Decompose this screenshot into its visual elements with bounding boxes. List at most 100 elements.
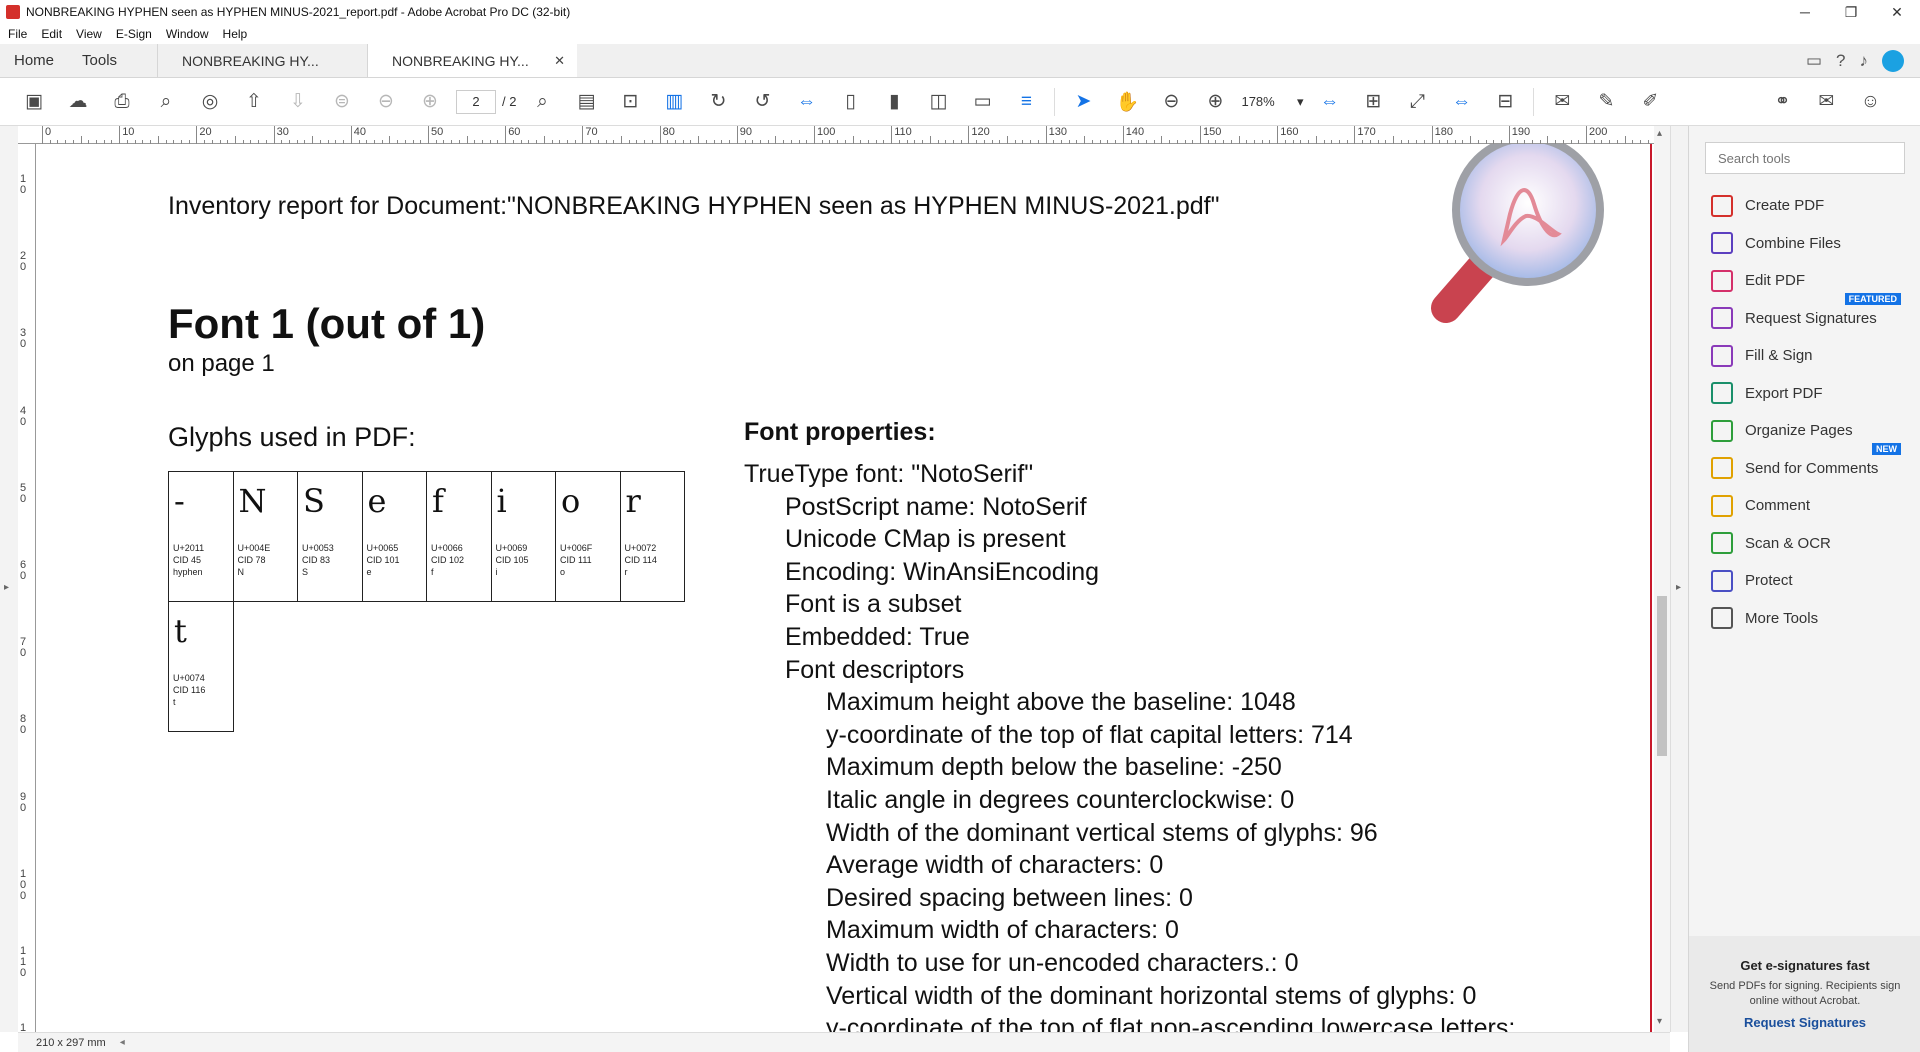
previous-page-icon[interactable]: ⇧ [232,87,276,117]
scroll-mode-icon[interactable]: ◎ [188,87,232,117]
measure-tool-icon[interactable]: ⊟ [1483,87,1527,117]
two-page-icon[interactable]: ▮ [872,87,916,117]
zoom-out-icon[interactable]: ⊖ [1149,87,1193,117]
select-pointer-icon[interactable]: ➤ [1061,87,1105,117]
tool-export-pdf[interactable]: Export PDF [1711,378,1911,408]
tab-document-2[interactable]: NONBREAKING HY... ✕ [367,44,578,77]
toolbar-divider [1533,87,1535,116]
tool-fill-sign[interactable]: Fill & Sign [1711,341,1911,371]
glyph-char: t [174,612,187,650]
toolbar-divider [1054,87,1056,116]
user-avatar[interactable] [1882,49,1904,72]
close-tab-icon[interactable]: ✕ [554,53,565,69]
share-screen-icon[interactable]: ▭ [1806,51,1822,71]
menu-window[interactable]: Window [166,27,209,41]
tool-organize-pages[interactable]: Organize Pages [1711,416,1911,446]
edit-pdf-icon [1711,269,1733,292]
forward-view-icon[interactable]: ⊕ [408,87,452,117]
scrollbar-thumb[interactable] [1657,596,1667,756]
share-link-icon[interactable]: ⚭ [1760,87,1804,117]
expand-left-pane-icon[interactable]: ▸ [4,582,9,593]
zoom-in-icon[interactable]: ⊕ [1193,87,1237,117]
zoom-select[interactable]: 178% ▾ [1237,90,1307,114]
glyph-cell: t U+0074 CID 116 t [168,601,234,732]
menu-help[interactable]: Help [223,27,248,41]
export-page-icon[interactable]: ▥ [652,87,696,117]
glyph-name: t [173,697,176,707]
ruler-tick [968,126,970,144]
fill-sign-tool-icon[interactable]: ✐ [1628,87,1672,117]
font-properties-heading: Font properties: [744,418,936,446]
comment-tool-icon[interactable]: ✉ [1540,87,1584,117]
glyph-code: U+004E [237,543,271,553]
organize-pages-icon [1711,419,1733,442]
tool-create-pdf[interactable]: Create PDF [1711,191,1911,221]
collapse-right-pane-icon[interactable]: ▸ [1676,582,1681,593]
find-in-document-icon[interactable]: ⊡ [608,87,652,117]
notification-bell-icon[interactable]: ♪ [1860,51,1869,71]
back-view-icon[interactable]: ⊖ [364,87,408,117]
tool-request-signatures[interactable]: Request Signatures FEATURED [1711,293,1911,333]
tool-scan-ocr[interactable]: Scan & OCR [1711,528,1911,558]
tool-more-tools[interactable]: More Tools [1711,603,1911,633]
fit-page-icon[interactable]: ⇔ [1307,87,1351,117]
search-tools-input[interactable] [1705,142,1905,174]
request-signatures-link[interactable]: Request Signatures [1689,1015,1920,1030]
book-view-icon[interactable]: ◫ [916,87,960,117]
close-window-icon[interactable]: ✕ [1874,0,1920,24]
ruler-tick [1393,136,1394,144]
rotate-counterclockwise-icon[interactable]: ↺ [740,87,784,117]
tool-protect[interactable]: Protect [1711,566,1911,596]
page-number-input[interactable]: 2 [456,89,496,114]
tool-send-for-comments[interactable]: Send for Comments NEW [1711,443,1911,483]
presentation-icon[interactable]: ▭ [960,87,1004,117]
menu-esign[interactable]: E-Sign [116,27,152,41]
page-layout-icon[interactable]: ⇔ [1439,87,1483,117]
full-screen-icon[interactable]: ⤢ [1395,87,1439,117]
minimize-icon[interactable]: ─ [1782,0,1828,24]
tab-tools[interactable]: Tools [68,44,131,77]
zoom-search-icon[interactable]: ⌕ [144,87,188,117]
ruler-tick [698,136,700,144]
tool-combine-files[interactable]: Combine Files [1711,228,1911,258]
scroll-down-icon[interactable]: ▾ [1657,1016,1662,1027]
fit-width-icon[interactable]: ⇔ [784,87,828,117]
title-bar: NONBREAKING HYPHEN seen as HYPHEN MINUS-… [0,0,1920,24]
rotate-clockwise-icon[interactable]: ↻ [696,87,740,117]
glyph-char: e [367,482,387,520]
request-signatures-icon [1711,307,1733,329]
upload-cloud-icon[interactable]: ☁ [56,87,100,117]
tab-document-1[interactable]: NONBREAKING HY... [157,44,367,77]
restore-icon[interactable]: ❐ [1828,0,1874,24]
share-with-people-icon[interactable]: ☺ [1848,87,1892,117]
email-icon[interactable]: ✉ [1804,87,1848,117]
find-text-icon[interactable]: ⌕ [520,87,564,117]
tab-document-1-label: NONBREAKING HY... [182,52,319,69]
single-page-icon[interactable]: ▯ [828,87,872,117]
help-icon[interactable]: ? [1836,51,1845,71]
zoom-value: 178% [1241,94,1275,109]
menu-edit[interactable]: Edit [41,27,62,41]
scroll-up-icon[interactable]: ▴ [1657,128,1662,139]
tool-label: Protect [1745,572,1793,589]
ruler-tick [775,136,777,144]
ruler-tick [1238,136,1240,144]
ruler-tick [196,126,198,144]
tab-home[interactable]: Home [0,44,68,77]
menu-file[interactable]: File [8,27,27,41]
horizontal-scroll-left-icon[interactable]: ◂ [120,1037,125,1048]
highlight-pen-icon[interactable]: ✎ [1584,87,1628,117]
save-icon[interactable]: ▣ [12,87,56,117]
last-page-icon[interactable]: ⊜ [320,87,364,117]
hand-tool-icon[interactable]: ✋ [1105,87,1149,117]
tool-edit-pdf[interactable]: Edit PDF [1711,266,1911,296]
menu-view[interactable]: View [76,27,102,41]
scrolling-icon[interactable]: ≡ [1004,87,1048,117]
page-thumbnail-icon[interactable]: ▤ [564,87,608,117]
next-page-icon[interactable]: ⇩ [276,87,320,117]
fit-visible-icon[interactable]: ⊞ [1351,87,1395,117]
glyph-code: U+2011 [173,543,205,553]
print-icon[interactable]: ⎙ [100,87,144,117]
vertical-scrollbar[interactable]: ▴ ▾ [1654,126,1670,1032]
tool-comment[interactable]: Comment [1711,491,1911,521]
